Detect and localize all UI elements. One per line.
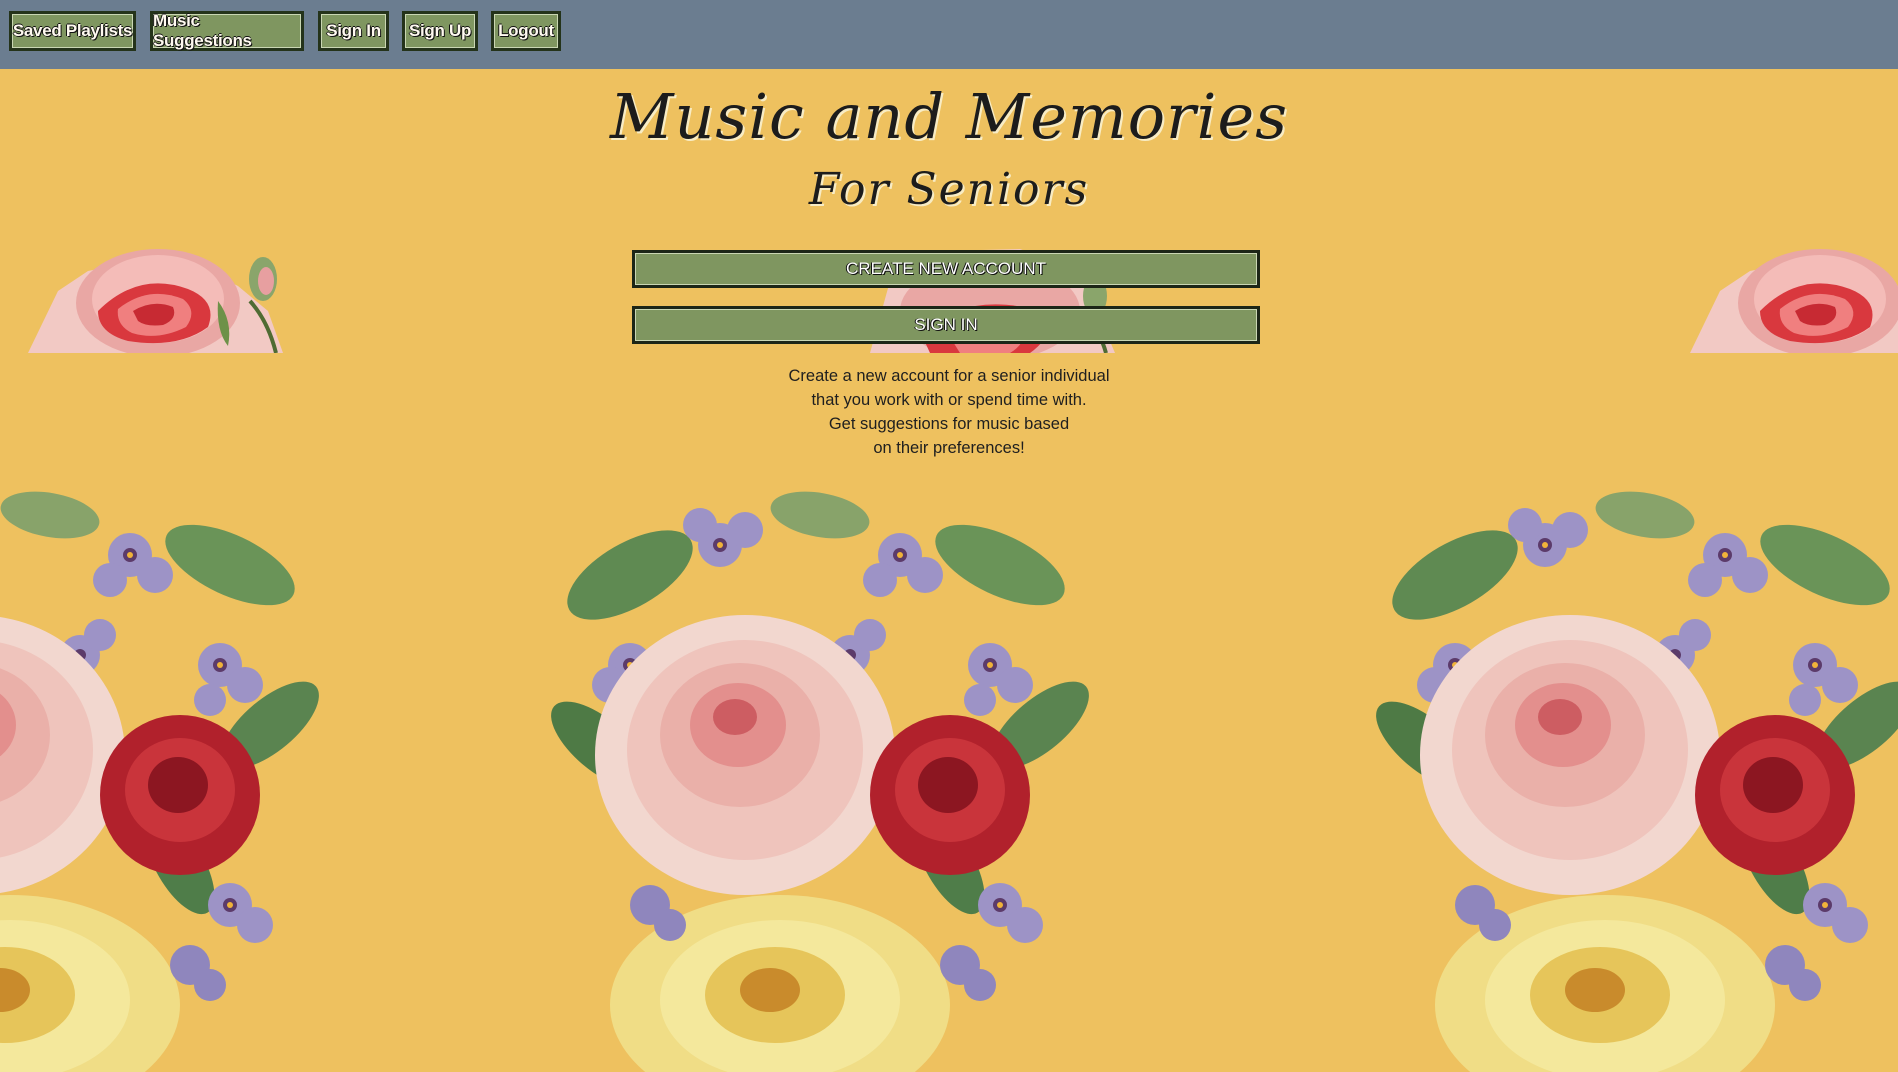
page-subtitle: For Seniors — [808, 164, 1090, 215]
floral-background-image — [0, 485, 1898, 1072]
music-suggestions-button[interactable]: Music Suggestions — [150, 11, 304, 51]
nav-sign-up-button[interactable]: Sign Up — [402, 11, 478, 51]
description-line-1: Create a new account for a senior indivi… — [788, 367, 1110, 385]
description-line-2: that you work with or spend time with. — [811, 391, 1087, 409]
rose-decoration-left — [28, 241, 283, 353]
rose-decoration-right — [1690, 241, 1898, 353]
description-text: Create a new account for a senior indivi… — [0, 364, 1898, 460]
logout-button[interactable]: Logout — [491, 11, 561, 51]
description-line-3: Get suggestions for music based — [828, 415, 1070, 433]
description-line-4: on their preferences! — [873, 439, 1025, 457]
sign-in-button[interactable]: SIGN IN — [632, 306, 1260, 344]
page-title: Music and Memories — [609, 80, 1289, 153]
saved-playlists-button[interactable]: Saved Playlists — [9, 11, 136, 51]
create-new-account-button[interactable]: CREATE NEW ACCOUNT — [632, 250, 1260, 288]
top-navigation-bar: Saved Playlists Music Suggestions Sign I… — [0, 0, 1898, 69]
nav-sign-in-button[interactable]: Sign In — [318, 11, 389, 51]
